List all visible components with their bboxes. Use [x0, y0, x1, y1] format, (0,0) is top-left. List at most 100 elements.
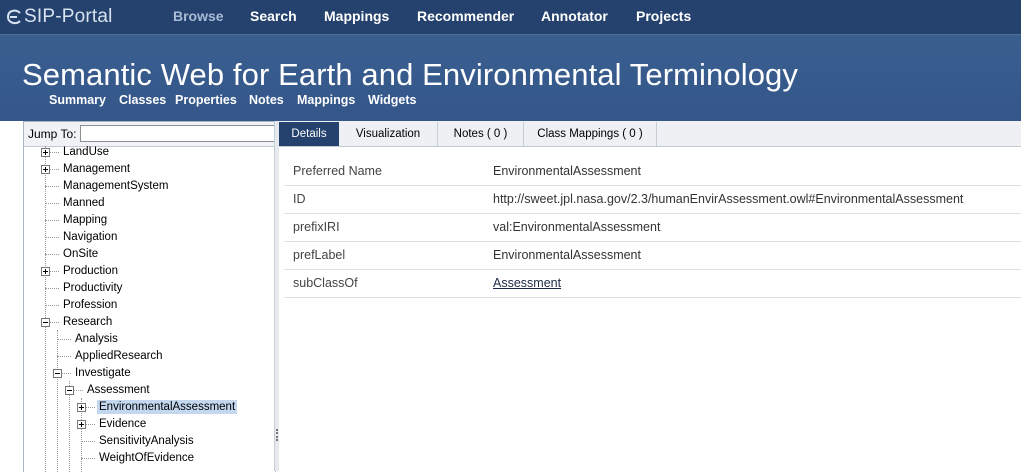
expand-icon[interactable]	[41, 267, 50, 276]
tree-connector	[57, 339, 71, 340]
tree-connector	[81, 458, 95, 459]
details-tabs: Details Visualization Notes ( 0 ) Class …	[279, 121, 1021, 147]
subnav-widgets[interactable]: Widgets	[368, 93, 417, 107]
tab-class-mappings[interactable]: Class Mappings ( 0 )	[524, 122, 657, 146]
tree-node-label: Analysis	[75, 333, 118, 345]
tree-guide-line	[57, 330, 58, 472]
expand-icon[interactable]	[77, 420, 86, 429]
tab-details[interactable]: Details	[279, 122, 339, 146]
tree-node[interactable]: Navigation	[61, 230, 119, 247]
tree-node-label: SensitivityAnalysis	[99, 435, 194, 447]
tree-connector	[45, 203, 59, 204]
collapse-icon[interactable]	[41, 318, 50, 327]
tree-node-label: Assessment	[87, 384, 150, 396]
tree-connector	[45, 237, 59, 238]
tree-node[interactable]: Manned	[61, 196, 107, 213]
tree-node[interactable]: Evidence	[97, 417, 148, 434]
tree-node-label: Navigation	[63, 231, 118, 243]
class-tree-panel: Jump To: LandUse Management ManagementSyst…	[23, 121, 276, 472]
page-title: Semantic Web for Earth and Environmental…	[22, 57, 798, 92]
tree-node[interactable]: Assessment	[85, 383, 152, 400]
tree-node[interactable]: Investigate	[73, 366, 133, 383]
collapse-icon[interactable]	[65, 386, 74, 395]
tree-connector	[57, 356, 71, 357]
nav-projects[interactable]: Projects	[636, 8, 691, 24]
tree-node-label: WeightOfEvidence	[99, 452, 195, 464]
class-details-panel: Details Visualization Notes ( 0 ) Class …	[279, 121, 1021, 471]
property-name: Preferred Name	[293, 164, 382, 178]
property-name: prefLabel	[293, 248, 346, 262]
jump-to-label: Jump To:	[28, 127, 77, 141]
tree-node[interactable]: Profession	[61, 298, 119, 315]
tree-connector	[45, 254, 59, 255]
property-row: ID http://sweet.jpl.nasa.gov/2.3/humanEn…	[284, 186, 1021, 214]
property-value: http://sweet.jpl.nasa.gov/2.3/humanEnvir…	[493, 192, 964, 206]
tree-node[interactable]: SensitivityAnalysis	[97, 434, 196, 451]
tree-node-label: ManagementSystem	[63, 180, 169, 192]
tree-connector	[45, 220, 59, 221]
expand-icon[interactable]	[41, 165, 50, 174]
property-row: Preferred Name EnvironmentalAssessment	[284, 158, 1021, 186]
tab-visualization[interactable]: Visualization	[339, 122, 438, 146]
jump-to-input[interactable]	[80, 125, 275, 142]
tree-node[interactable]: Production	[61, 264, 120, 281]
tree-connector	[45, 305, 59, 306]
subnav-summary[interactable]: Summary	[49, 93, 106, 107]
property-row: subClassOf Assessment	[284, 270, 1021, 298]
property-value: EnvironmentalAssessment	[493, 248, 641, 262]
logo[interactable]: SIP-Portal	[6, 6, 113, 28]
top-navigation-bar: SIP-Portal Browse Search Mappings Recomm…	[0, 0, 1021, 34]
ontology-header: Semantic Web for Earth and Environmental…	[0, 34, 1021, 121]
expand-icon[interactable]	[41, 148, 50, 157]
nav-browse[interactable]: Browse	[173, 8, 224, 24]
tree-node-label: LandUse	[63, 146, 110, 158]
property-name: subClassOf	[293, 276, 358, 290]
subnav-mappings[interactable]: Mappings	[297, 93, 355, 107]
class-tree: LandUse Management ManagementSystem Manned M…	[24, 146, 275, 472]
tree-node[interactable]: Productivity	[61, 281, 124, 298]
tree-node[interactable]: Mapping	[61, 213, 109, 230]
tree-guide-line	[45, 146, 46, 472]
property-name: ID	[293, 192, 306, 206]
collapse-icon[interactable]	[53, 369, 62, 378]
tree-node[interactable]: EnvironmentalAssessment	[97, 400, 238, 417]
tree-node-label: Profession	[63, 299, 118, 311]
nav-recommender[interactable]: Recommender	[417, 8, 514, 24]
logo-text: SIP-Portal	[24, 6, 113, 27]
property-row: prefLabel EnvironmentalAssessment	[284, 242, 1021, 270]
tree-node[interactable]: AppliedResearch	[73, 349, 165, 366]
tree-connector	[45, 288, 59, 289]
tree-node[interactable]: Research	[61, 315, 114, 332]
nav-annotator[interactable]: Annotator	[541, 8, 608, 24]
tree-node[interactable]: OnSite	[61, 247, 100, 264]
jump-to-bar: Jump To:	[24, 122, 275, 147]
subnav-properties[interactable]: Properties	[175, 93, 237, 107]
logo-swirl-icon	[6, 9, 21, 25]
subnav-notes[interactable]: Notes	[249, 93, 284, 107]
tree-node-label: EnvironmentalAssessment	[97, 400, 238, 414]
nav-search[interactable]: Search	[250, 8, 297, 24]
expand-icon[interactable]	[77, 403, 86, 412]
tab-notes[interactable]: Notes ( 0 )	[438, 122, 524, 146]
tree-node[interactable]: Analysis	[73, 332, 120, 349]
tree-node-label: OnSite	[63, 248, 99, 260]
property-value: EnvironmentalAssessment	[493, 164, 641, 178]
tree-node[interactable]: WeightOfEvidence	[97, 451, 196, 468]
subclassof-link[interactable]: Assessment	[493, 276, 561, 290]
tree-node[interactable]: Management	[61, 162, 132, 179]
tree-node[interactable]: ManagementSystem	[61, 179, 170, 196]
tree-node[interactable]: LandUse	[61, 146, 111, 162]
tree-node-label: Mapping	[63, 214, 108, 226]
nav-mappings[interactable]: Mappings	[324, 8, 389, 24]
tree-connector	[45, 186, 59, 187]
property-value: val:EnvironmentalAssessment	[493, 220, 661, 234]
tree-node-label: Production	[63, 265, 118, 277]
tree-node-label: Manned	[63, 197, 105, 209]
property-row: prefixIRI val:EnvironmentalAssessment	[284, 214, 1021, 242]
property-name: prefixIRI	[293, 220, 340, 234]
tree-node-label: Evidence	[99, 418, 147, 430]
tree-node-label: Research	[63, 316, 113, 328]
tree-connector	[81, 441, 95, 442]
tree-node-label: AppliedResearch	[75, 350, 163, 362]
subnav-classes[interactable]: Classes	[119, 93, 166, 107]
